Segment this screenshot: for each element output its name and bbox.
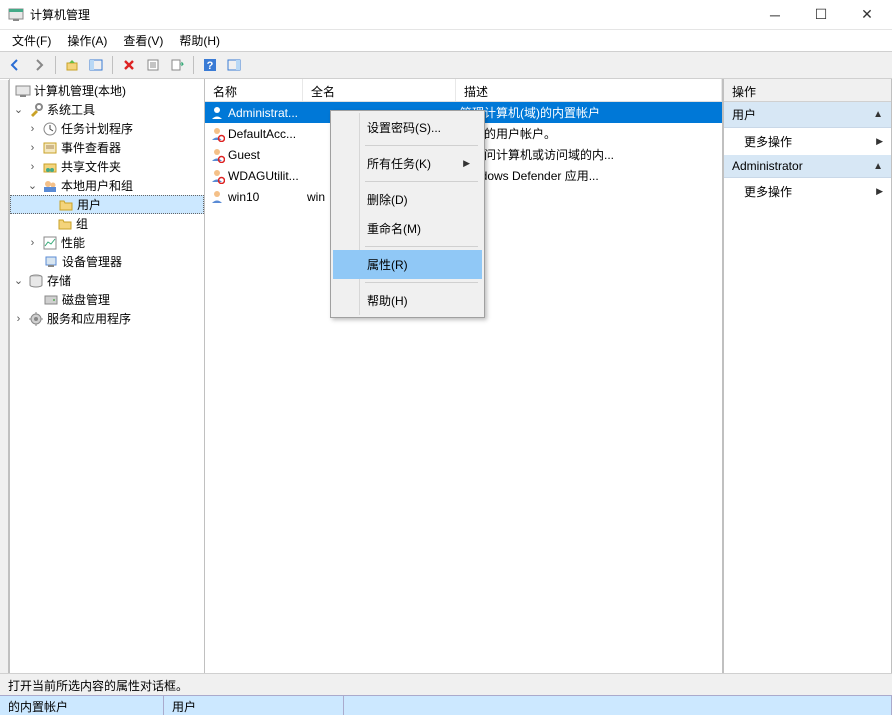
forward-button[interactable] (28, 54, 50, 76)
tree-system-tools[interactable]: ⌄ 系统工具 (10, 100, 204, 119)
tools-icon (28, 102, 44, 118)
minimize-button[interactable]: ─ (752, 0, 798, 30)
window-title: 计算机管理 (30, 6, 752, 23)
users-groups-icon (42, 178, 58, 194)
collapse-icon[interactable]: ⌄ (26, 179, 39, 192)
user-disabled-icon (209, 126, 225, 142)
chevron-right-icon: ▶ (463, 158, 470, 169)
user-disabled-icon (209, 147, 225, 163)
actions-more-admin[interactable]: 更多操作 ▶ (724, 178, 891, 205)
actions-section-users[interactable]: 用户 ▲ (724, 102, 891, 128)
titlebar: 计算机管理 ─ ☐ ✕ (0, 0, 892, 30)
menu-view[interactable]: 查看(V) (117, 30, 169, 51)
tree-groups[interactable]: 组 (10, 214, 204, 233)
up-button[interactable] (61, 54, 83, 76)
cm-properties[interactable]: 属性(R) (333, 250, 482, 279)
tree-local-users-groups[interactable]: ⌄ 本地用户和组 (10, 176, 204, 195)
status-text: 打开当前所选内容的属性对话框。 (8, 679, 188, 693)
tree-users[interactable]: 用户 (10, 195, 204, 214)
maximize-button[interactable]: ☐ (798, 0, 844, 30)
delete-button[interactable] (118, 54, 140, 76)
menubar: 文件(F) 操作(A) 查看(V) 帮助(H) (0, 30, 892, 51)
expand-icon[interactable]: › (26, 123, 39, 135)
tree-disk-management[interactable]: 磁盘管理 (10, 290, 204, 309)
cm-all-tasks[interactable]: 所有任务(K)▶ (333, 149, 482, 178)
tree-services-apps[interactable]: › 服务和应用程序 (10, 309, 204, 328)
performance-icon (42, 235, 58, 251)
collapse-icon[interactable]: ⌄ (12, 274, 25, 287)
collapse-icon: ▲ (873, 109, 883, 120)
toolbar-separator (193, 56, 194, 74)
device-icon (43, 254, 59, 270)
tree-root[interactable]: 计算机管理(本地) (10, 81, 204, 100)
expand-icon[interactable]: › (12, 313, 25, 325)
clock-icon (42, 121, 58, 137)
help-button[interactable]: ? (199, 54, 221, 76)
menu-separator (365, 145, 478, 146)
export-button[interactable] (166, 54, 188, 76)
chevron-right-icon: ▶ (876, 186, 883, 197)
folder-icon (57, 216, 73, 232)
tree-device-manager[interactable]: 设备管理器 (10, 252, 204, 271)
user-icon (209, 105, 225, 121)
svg-text:?: ? (207, 60, 214, 72)
event-icon (42, 140, 58, 156)
tree-shared-folders[interactable]: › 共享文件夹 (10, 157, 204, 176)
tree-event-viewer[interactable]: › 事件查看器 (10, 138, 204, 157)
storage-icon (28, 273, 44, 289)
app-icon (8, 7, 24, 23)
disk-icon (43, 292, 59, 308)
cm-delete[interactable]: 删除(D) (333, 185, 482, 214)
expand-icon[interactable]: › (26, 237, 39, 249)
cm-rename[interactable]: 重命名(M) (333, 214, 482, 243)
collapse-icon[interactable]: ⌄ (12, 103, 25, 116)
cm-help[interactable]: 帮助(H) (333, 286, 482, 315)
menu-help[interactable]: 帮助(H) (173, 30, 226, 51)
context-menu[interactable]: 设置密码(S)... 所有任务(K)▶ 删除(D) 重命名(M) 属性(R) 帮… (330, 110, 485, 318)
chevron-right-icon: ▶ (876, 136, 883, 147)
expand-icon[interactable]: › (26, 142, 39, 154)
toolbar-separator (55, 56, 56, 74)
menu-separator (365, 181, 478, 182)
actions-section-administrator[interactable]: Administrator ▲ (724, 155, 891, 178)
shared-folder-icon (42, 159, 58, 175)
column-fullname[interactable]: 全名 (303, 79, 456, 101)
column-name[interactable]: 名称 (205, 79, 303, 101)
actions-header: 操作 (724, 79, 891, 102)
user-disabled-icon (209, 168, 225, 184)
actions-panel: 操作 用户 ▲ 更多操作 ▶ Administrator ▲ 更多操作 ▶ (723, 79, 892, 673)
left-strip (0, 80, 9, 673)
menu-action[interactable]: 操作(A) (61, 30, 113, 51)
menu-file[interactable]: 文件(F) (6, 30, 57, 51)
list-header: 名称 全名 描述 (205, 79, 722, 102)
collapse-icon: ▲ (873, 161, 883, 172)
tree-performance[interactable]: › 性能 (10, 233, 204, 252)
show-action-pane-button[interactable] (223, 54, 245, 76)
expand-icon[interactable]: › (26, 161, 39, 173)
status-bar: 打开当前所选内容的属性对话框。 (0, 673, 892, 695)
computer-icon (15, 83, 31, 99)
folder-icon (58, 197, 74, 213)
menu-separator (365, 282, 478, 283)
tree-panel[interactable]: 计算机管理(本地) ⌄ 系统工具 › 任务计划程序 › 事件查看器 › 共享文件… (9, 79, 205, 673)
close-button[interactable]: ✕ (844, 0, 890, 30)
tree-storage[interactable]: ⌄ 存储 (10, 271, 204, 290)
column-description[interactable]: 描述 (456, 79, 722, 101)
show-hide-tree-button[interactable] (85, 54, 107, 76)
toolbar: ? (0, 51, 892, 79)
tree-task-scheduler[interactable]: › 任务计划程序 (10, 119, 204, 138)
bottom-remnant: 的内置帐户 用户 (0, 695, 892, 715)
services-icon (28, 311, 44, 327)
user-icon (209, 189, 225, 205)
actions-more-users[interactable]: 更多操作 ▶ (724, 128, 891, 155)
menu-separator (365, 246, 478, 247)
properties-button[interactable] (142, 54, 164, 76)
back-button[interactable] (4, 54, 26, 76)
cm-set-password[interactable]: 设置密码(S)... (333, 113, 482, 142)
toolbar-separator (112, 56, 113, 74)
